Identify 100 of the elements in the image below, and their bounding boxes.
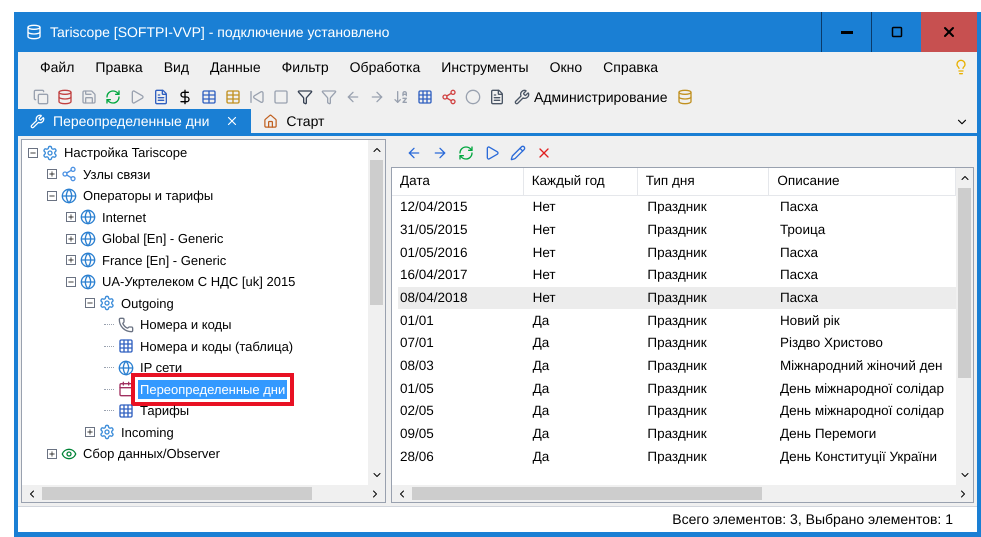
gear-icon [42, 144, 58, 161]
expand-toggle[interactable] [66, 234, 76, 244]
tree-item[interactable]: Настройка Tariscope [62, 143, 190, 162]
tree-item[interactable]: UA-Укртелеком С НДС [uk] 2015 [100, 272, 298, 292]
table-cell-text: Праздник [646, 266, 708, 284]
table-icon [118, 402, 134, 419]
table-cell-text: Пасха [778, 266, 820, 284]
tree-item[interactable]: Incoming [119, 422, 176, 442]
horizontal-scrollbar[interactable] [22, 485, 385, 502]
calendar-icon [118, 381, 134, 398]
table-cell-text: День міжнародної солідар [778, 402, 946, 420]
tree-item[interactable]: Internet [100, 208, 148, 227]
table-row[interactable]: 28/06 Да Праздник День Конституції України [398, 446, 956, 468]
wrench-icon [514, 89, 530, 105]
table-cell-text: День Конституції України [778, 448, 938, 466]
vertical-scrollbar[interactable] [956, 168, 973, 485]
expand-toggle[interactable] [85, 427, 95, 438]
menu-item[interactable]: Правка [85, 56, 153, 78]
table-cell-text: Да [532, 334, 550, 352]
table-row[interactable]: 07/01 Да Праздник Різдво Христово [398, 332, 956, 355]
expand-toggle[interactable] [47, 448, 57, 459]
menu-item[interactable]: Окно [540, 56, 592, 78]
expand-toggle[interactable] [66, 212, 76, 222]
table-cell-text: Праздник [646, 220, 708, 239]
maximize-icon [890, 26, 902, 38]
column-header[interactable]: Тип дня [638, 168, 770, 195]
app-icon [26, 24, 42, 40]
nodes-icon [61, 166, 77, 182]
tree-item[interactable]: Операторы и тарифы [81, 186, 216, 206]
column-header[interactable]: Каждый год [524, 168, 638, 195]
table-row[interactable]: 01/01 Да Праздник Новий рік [398, 309, 956, 332]
tab[interactable]: Переопределенные дни [18, 109, 252, 133]
table-row[interactable]: 09/05 Да Праздник День Перемоги [398, 422, 956, 446]
menu-item[interactable]: Файл [30, 56, 84, 78]
administration-button[interactable]: Администрирование [510, 86, 672, 108]
table-cell-text: Нет [532, 198, 557, 216]
menu-item[interactable]: Инструменты [431, 56, 539, 78]
table-row[interactable]: 01/05 Да Праздник День міжнародної солідар [398, 378, 956, 400]
table-cell-text: Праздник [646, 288, 708, 307]
menu-item[interactable]: Справка [593, 56, 668, 78]
home-icon [263, 114, 278, 128]
column-header[interactable]: Дата [392, 168, 524, 195]
table-icon [118, 338, 134, 354]
globe-icon [61, 188, 77, 204]
table-cell-text: Да [532, 402, 550, 420]
table-cell-text: Праздник [646, 402, 708, 420]
table-row[interactable]: 16/04/2017 Нет Праздник Пасха [398, 264, 956, 287]
table-cell-text: Да [532, 448, 550, 466]
plus-icon [67, 213, 75, 222]
table-row[interactable]: 31/05/2015 Нет Праздник Троица [398, 218, 956, 242]
tree-item[interactable]: Номера и коды (таблица) [138, 336, 296, 356]
globe-icon [80, 252, 96, 268]
close-button[interactable] [921, 12, 977, 52]
table-row[interactable]: 08/03 Да Праздник Міжнародний жіночий ден [398, 354, 956, 378]
table-cell-text: Нет [532, 266, 557, 284]
plus-icon [48, 170, 56, 178]
tree-item[interactable]: France [En] - Generic [100, 250, 228, 270]
table-cell-text: Нет [532, 288, 557, 307]
table-cell-text: Праздник [646, 198, 708, 216]
horizontal-scrollbar[interactable] [392, 485, 973, 502]
table-cell-text: Праздник [646, 334, 708, 352]
gear-icon [99, 295, 115, 312]
plus-icon [67, 256, 75, 264]
table-cell-text: День Перемоги [778, 425, 878, 444]
table-cell-text: 07/01 [399, 334, 435, 352]
table-row[interactable]: 01/05/2016 Нет Праздник Пасха [398, 241, 956, 264]
table-row[interactable]: 08/04/2018 Нет Праздник Пасха [398, 286, 956, 310]
table-cell-text: 28/06 [399, 448, 435, 466]
globe-icon [80, 274, 96, 290]
tree-item[interactable]: Сбор данных/Observer [81, 444, 222, 464]
table-row[interactable]: 02/05 Да Праздник День міжнародної солідар [398, 400, 956, 423]
table-cell-text: Пасха [778, 198, 820, 216]
table-cell-text: Да [532, 380, 550, 398]
globe-icon [80, 230, 96, 247]
vertical-scrollbar[interactable] [368, 140, 385, 485]
eye-icon [61, 446, 77, 462]
table-row[interactable]: 12/04/2015 Нет Праздник Пасха [398, 196, 956, 219]
tree-item[interactable]: Outgoing [119, 294, 176, 313]
gear-icon [99, 424, 115, 440]
menu-item[interactable]: Обработка [340, 56, 430, 78]
expand-toggle[interactable] [47, 169, 57, 180]
tree-item[interactable]: Тарифы [138, 401, 192, 420]
table-cell-text: Міжнародний жіночий ден [778, 357, 944, 376]
tree-item[interactable]: IP сети [138, 358, 184, 378]
collapse-toggle[interactable] [66, 276, 76, 287]
menu-item[interactable]: Фильтр [272, 56, 339, 78]
table-cell-text: Новий рік [778, 312, 841, 330]
collapse-toggle[interactable] [47, 190, 57, 201]
expand-toggle[interactable] [66, 255, 76, 266]
globe-icon [118, 360, 134, 376]
tree-item[interactable]: Узлы связи [81, 164, 152, 184]
menu-item[interactable]: Данные [200, 56, 271, 78]
table-cell-text: 16/04/2017 [399, 266, 469, 284]
table-cell-text: Пасха [778, 288, 820, 307]
tree-item[interactable]: Номера и коды [138, 315, 234, 334]
tree-item[interactable]: Global [En] - Generic [100, 229, 226, 248]
plus-icon [86, 428, 94, 436]
collapse-toggle[interactable] [85, 298, 95, 308]
menu-item[interactable]: Вид [154, 56, 200, 78]
collapse-toggle[interactable] [28, 148, 38, 158]
